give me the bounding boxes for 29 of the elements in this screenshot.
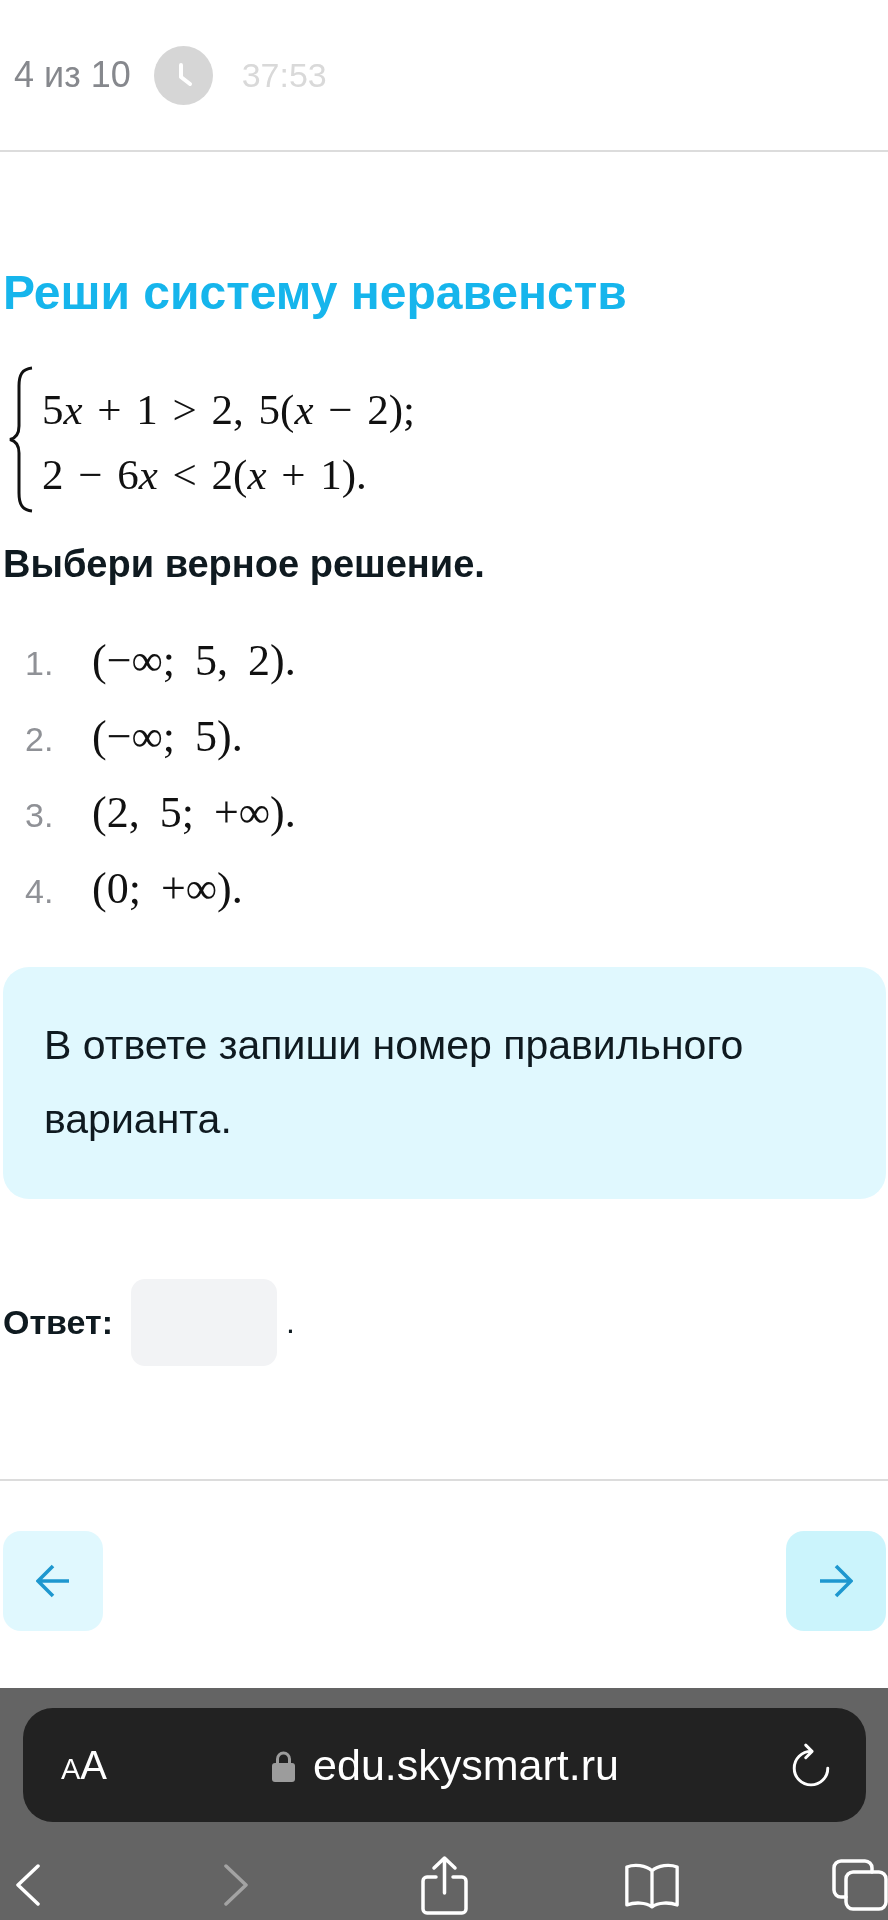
option-number: 3. <box>24 796 55 835</box>
option-value: (−∞; 5). <box>92 711 243 763</box>
answer-label: Ответ: <box>3 1303 113 1342</box>
clock-icon <box>153 45 213 105</box>
inequality-line: 5x + 1 > 2, 5(x − 2); <box>42 384 416 435</box>
hint-text: В ответе запиши номер правильного варианта. <box>44 1021 745 1144</box>
option-number: 1. <box>24 644 55 683</box>
previous-button[interactable] <box>3 1531 103 1631</box>
inequality-line: 2 − 6x < 2(x + 1). <box>42 449 368 500</box>
option-value: (2, 5; +∞). <box>92 787 296 839</box>
brace-icon <box>8 366 34 513</box>
share-icon[interactable] <box>419 1855 469 1915</box>
arrow-left-icon <box>36 1564 70 1598</box>
url-text[interactable]: edu.skysmart.ru <box>313 1743 619 1787</box>
option-value: (−∞; 5, 2). <box>92 635 296 687</box>
reload-icon[interactable] <box>792 1743 830 1787</box>
arrow-right-icon <box>819 1564 853 1598</box>
prompt-text: Выбери верное решение. <box>3 543 486 585</box>
option-number: 4. <box>24 872 55 911</box>
option-value: (0; +∞). <box>92 863 243 915</box>
text-size-button[interactable]: AA <box>61 1745 108 1785</box>
option-number: 2. <box>24 720 55 759</box>
address-bar[interactable]: AA edu.skysmart.ru <box>23 1708 866 1822</box>
period-text: . <box>286 1304 295 1341</box>
chevron-left-icon[interactable] <box>15 1864 41 1906</box>
tabs-icon[interactable] <box>832 1859 888 1911</box>
progress-counter: 4 из 10 <box>14 57 131 93</box>
task-title: Реши систему неравенств <box>3 266 628 320</box>
next-button[interactable] <box>786 1531 886 1631</box>
